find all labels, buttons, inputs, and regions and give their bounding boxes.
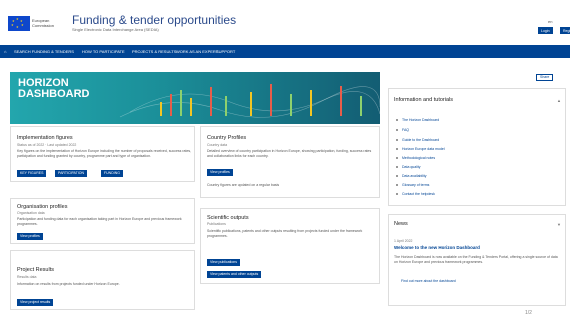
organisation-text: Participation and funding data for each …	[17, 217, 182, 226]
info-title: Information and tutorials	[394, 97, 454, 103]
nav-projects[interactable]: PROJECTS & RESULTS	[132, 49, 176, 54]
view-patents-button[interactable]: View patents and other outputs	[207, 271, 262, 278]
main-navigation: ⌂ SEARCH FUNDING & TENDERS HOW TO PARTIC…	[0, 45, 570, 58]
bullet-icon	[396, 175, 398, 177]
scientific-text: Scientific publications, patents and oth…	[207, 229, 363, 238]
organisation-title: Organisation profiles	[17, 204, 68, 210]
scientific-sub: Publications	[207, 222, 226, 226]
organisation-panel: Organisation profiles Organisation data …	[10, 198, 195, 244]
country-note: Country figures are updated on a regular…	[207, 183, 280, 187]
info-link[interactable]: Contact the helpdesk	[402, 192, 435, 196]
info-link[interactable]: Methodological notes	[402, 156, 435, 160]
eu-flag-logo: ★ ★ ★ ★ ★ ★	[8, 16, 30, 31]
bullet-icon	[396, 157, 398, 159]
news-headline[interactable]: Welcome to the new Horizon Dashboard	[394, 245, 564, 251]
view-project-results-button[interactable]: View project results	[17, 299, 54, 306]
horizon-banner: HORIZON DASHBOARD	[10, 72, 380, 124]
view-organisation-profiles-button[interactable]: View profiles	[17, 233, 43, 240]
news-more-link[interactable]: Find out more about the dashboard	[401, 279, 561, 284]
info-link[interactable]: Data quality	[402, 165, 420, 169]
news-title: News	[394, 221, 408, 227]
implementation-text: Key figures on the implementation of Hor…	[17, 149, 192, 158]
nav-participate[interactable]: HOW TO PARTICIPATE	[82, 49, 125, 54]
projects-sub: Results data	[17, 275, 37, 279]
implementation-sub: Status as of 2022 · Last updated 2022	[17, 143, 77, 147]
participation-button[interactable]: PARTICIPATION	[55, 170, 87, 177]
commission-label: European Commission	[32, 18, 55, 28]
home-icon[interactable]: ⌂	[4, 49, 6, 54]
nav-expert[interactable]: WORK AS AN EXPERT	[176, 49, 218, 54]
register-button[interactable]: Register	[560, 27, 570, 34]
bullet-icon	[396, 193, 398, 195]
country-text: Detailed overview of country participati…	[207, 149, 372, 158]
info-link[interactable]: Data availability	[402, 174, 427, 178]
login-button[interactable]: Login	[538, 27, 553, 34]
country-sub: Country data	[207, 143, 228, 147]
country-panel: Country Profiles Country data Detailed o…	[200, 126, 380, 198]
organisation-sub: Organisation data	[17, 211, 45, 215]
bullet-icon	[396, 184, 398, 186]
page-number: 1/2	[525, 310, 532, 316]
site-subtitle: Single Electronic Data Interchange Area …	[72, 27, 159, 32]
scientific-panel: Scientific outputs Publications Scientif…	[200, 208, 380, 284]
info-link[interactable]: Glossary of terms	[402, 183, 429, 187]
projects-text: Information on results from projects fun…	[17, 282, 120, 286]
language-selector[interactable]: en	[548, 19, 552, 24]
header: ★ ★ ★ ★ ★ ★ European Commission Funding …	[0, 0, 570, 40]
view-country-profiles-button[interactable]: View profiles	[207, 169, 233, 176]
share-button[interactable]: Share	[536, 74, 554, 81]
bullet-icon	[396, 119, 398, 121]
bullet-icon	[396, 166, 398, 168]
chevron-up-icon[interactable]: ▲	[557, 98, 561, 103]
nav-support[interactable]: SUPPORT	[216, 49, 235, 54]
info-link[interactable]: FAQ	[402, 128, 409, 132]
bullet-icon	[396, 139, 398, 141]
chevron-down-icon[interactable]: ▼	[557, 222, 561, 227]
implementation-title: Implementation figures	[17, 135, 73, 141]
banner-title: HORIZON DASHBOARD	[18, 77, 90, 100]
projects-title: Project Results	[17, 267, 54, 273]
key-figures-button[interactable]: KEY FIGURES	[17, 170, 47, 177]
bullet-icon	[396, 148, 398, 150]
funding-button[interactable]: FUNDING	[101, 170, 123, 177]
scientific-title: Scientific outputs	[207, 215, 249, 221]
projects-panel: Project Results Results data Information…	[10, 250, 195, 310]
nav-search[interactable]: SEARCH FUNDING & TENDERS	[14, 49, 74, 54]
info-link[interactable]: Guide to the Dashboard	[402, 138, 439, 142]
info-link[interactable]: Horizon Europe data model	[402, 147, 445, 151]
news-date: 1 April 2022	[394, 239, 413, 243]
view-publications-button[interactable]: View publications	[207, 259, 240, 266]
news-text: The Horizon Dashboard is now available o…	[394, 255, 558, 264]
news-panel: News ▼ 1 April 2022 Welcome to the new H…	[388, 214, 566, 306]
country-title: Country Profiles	[207, 135, 247, 141]
site-title[interactable]: Funding & tender opportunities	[72, 13, 236, 27]
info-link[interactable]: The Horizon Dashboard	[402, 118, 439, 122]
bullet-icon	[396, 129, 398, 131]
implementation-panel: Implementation figures Status as of 2022…	[10, 126, 195, 182]
